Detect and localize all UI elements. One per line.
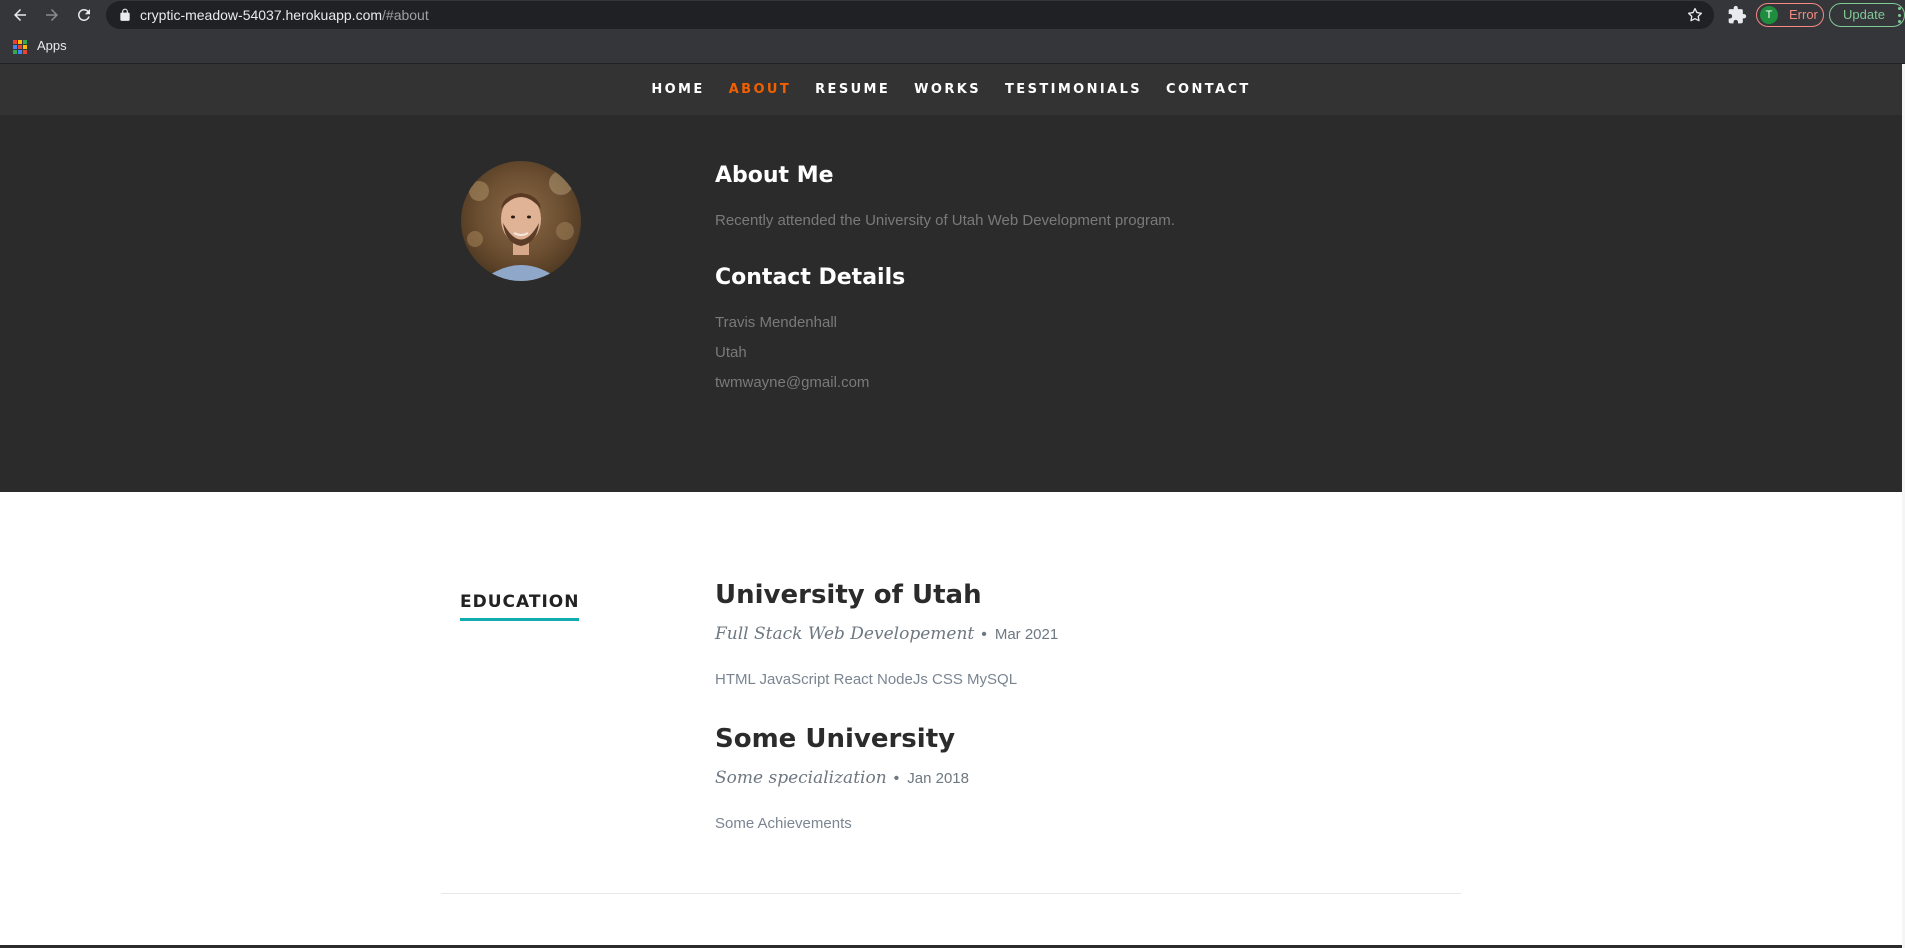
education-description: HTML JavaScript React NodeJs CSS MySQL bbox=[715, 671, 1018, 688]
forward-button[interactable] bbox=[40, 3, 64, 27]
school-name: Some University bbox=[715, 724, 956, 754]
reload-button[interactable] bbox=[72, 3, 96, 27]
contact-name: Travis Mendenhall bbox=[715, 314, 837, 331]
education-section-label: EDUCATION bbox=[460, 592, 580, 621]
education-date: Mar 2021 bbox=[994, 626, 1059, 643]
contact-heading: Contact Details bbox=[715, 265, 906, 290]
about-section: About Me Recently attended the Universit… bbox=[0, 115, 1902, 492]
section-divider bbox=[441, 893, 1461, 894]
profile-error-label: Error bbox=[1789, 7, 1818, 22]
update-label: Update bbox=[1843, 7, 1885, 22]
back-button[interactable] bbox=[8, 3, 32, 27]
education-info: Some specialization • Jan 2018 bbox=[715, 768, 969, 788]
profile-button[interactable]: T Error bbox=[1756, 3, 1824, 27]
lock-icon bbox=[120, 8, 130, 21]
degree: Some specialization bbox=[715, 768, 887, 788]
back-arrow-icon bbox=[14, 9, 26, 21]
education-date: Jan 2018 bbox=[907, 770, 969, 787]
bookmark-star-icon[interactable] bbox=[1686, 6, 1704, 24]
about-heading: About Me bbox=[715, 163, 834, 188]
nav-item-resume[interactable]: RESUME bbox=[815, 64, 890, 115]
school-name: University of Utah bbox=[715, 580, 982, 610]
apps-grid-icon bbox=[13, 40, 27, 54]
forward-arrow-icon bbox=[46, 9, 58, 21]
contact-email[interactable]: twmwayne@gmail.com bbox=[715, 374, 869, 391]
about-bio: Recently attended the University of Utah… bbox=[715, 212, 1175, 229]
url-path: /#about bbox=[382, 7, 429, 23]
reload-icon bbox=[77, 8, 90, 21]
nav-item-works[interactable]: WORKS bbox=[914, 64, 981, 115]
nav-list: HOME ABOUT RESUME WORKS TESTIMONIALS CONTACT bbox=[639, 64, 1262, 115]
avatar: T bbox=[1760, 6, 1778, 24]
profile-photo bbox=[461, 161, 581, 281]
nav-item-testimonials[interactable]: TESTIMONIALS bbox=[1005, 64, 1142, 115]
contact-location: Utah bbox=[715, 344, 747, 361]
nav-item-contact[interactable]: CONTACT bbox=[1166, 64, 1251, 115]
url-host: cryptic-meadow-54037.herokuapp.com bbox=[140, 7, 383, 23]
nav-item-about[interactable]: ABOUT bbox=[729, 64, 791, 115]
nav-item-home[interactable]: HOME bbox=[651, 64, 704, 115]
site-nav: HOME ABOUT RESUME WORKS TESTIMONIALS CONTACT bbox=[0, 64, 1902, 115]
education-description: Some Achievements bbox=[715, 815, 852, 832]
bullet-separator: • bbox=[981, 626, 987, 643]
update-button[interactable]: Update bbox=[1829, 3, 1905, 27]
url-text: cryptic-meadow-54037.herokuapp.com/#abou… bbox=[140, 1, 429, 29]
kebab-menu-icon bbox=[1898, 7, 1902, 23]
education-info: Full Stack Web Developement • Mar 2021 bbox=[715, 624, 1058, 644]
browser-toolbar: cryptic-meadow-54037.herokuapp.com/#abou… bbox=[0, 0, 1905, 30]
extensions-icon[interactable] bbox=[1727, 5, 1747, 25]
bookmarks-bar: Apps bbox=[0, 30, 1905, 64]
apps-bookmark[interactable]: Apps bbox=[37, 30, 67, 62]
degree: Full Stack Web Developement bbox=[715, 624, 975, 644]
address-bar[interactable]: cryptic-meadow-54037.herokuapp.com/#abou… bbox=[106, 1, 1714, 29]
bullet-separator: • bbox=[893, 770, 900, 787]
